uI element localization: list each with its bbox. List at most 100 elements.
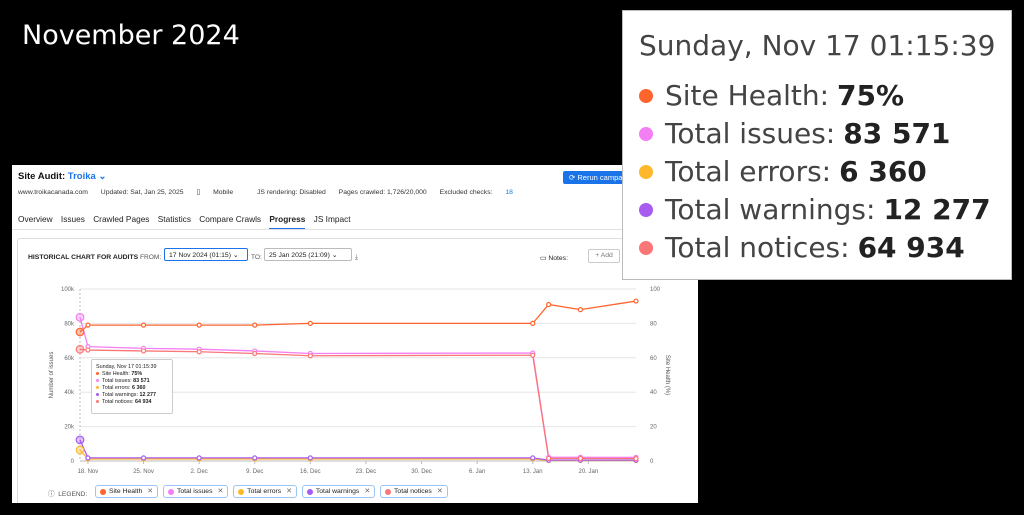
zoom-date: Sunday, Nov 17 01:15:39	[639, 29, 996, 62]
total-errors-point	[75, 445, 85, 455]
x-tick-label: 13. Jan	[523, 469, 543, 475]
total-warnings-point	[196, 455, 202, 461]
y2-tick-label: 60	[650, 356, 657, 362]
slide-title: November 2024	[22, 20, 240, 51]
tooltip-date: Sunday, Nov 17 01:15:39	[96, 363, 157, 370]
total-notices-point	[546, 455, 552, 462]
legend-chip-total-errors[interactable]: Total errors ✕	[233, 485, 297, 498]
y-tick-label: 0	[71, 459, 75, 465]
y2-tick-label: 80	[650, 321, 657, 327]
pages-crawled: Pages crawled: 1,726/20,000	[338, 189, 427, 196]
tab-progress[interactable]: Progress	[269, 214, 306, 230]
domain-link[interactable]: www.troikacanada.com	[18, 189, 88, 196]
tab-overview[interactable]: Overview	[18, 214, 53, 224]
total-warnings-point	[75, 435, 85, 445]
close-icon[interactable]: ✕	[217, 487, 223, 496]
zoom-row-total-errors: Total errors: 6 360	[639, 155, 927, 188]
x-tick-label: 30. Dec	[411, 469, 432, 475]
total-notices-point	[85, 347, 91, 353]
site-health-point	[307, 320, 313, 327]
refresh-icon: ⟳	[569, 173, 576, 182]
legend-chip-site-health[interactable]: Site Health ✕	[95, 485, 158, 498]
legend-chip-total-notices[interactable]: Total notices ✕	[380, 485, 448, 498]
total-warnings-point	[140, 455, 147, 461]
close-icon[interactable]: ✕	[147, 487, 153, 496]
tab-crawled-pages[interactable]: Crawled Pages	[93, 214, 149, 224]
y-tick-label: 20k	[64, 425, 75, 431]
close-icon[interactable]: ✕	[364, 487, 370, 496]
updated-date: Updated: Sat, Jan 25, 2025	[100, 189, 184, 196]
excluded-checks-count[interactable]: 18	[505, 189, 513, 196]
device-label: Mobile	[213, 189, 234, 196]
audit-meta: www.troikacanada.com Updated: Sat, Jan 2…	[18, 188, 535, 196]
tab-divider	[12, 229, 698, 230]
site-health-dot	[96, 372, 99, 375]
y-axis-label: Number of issues	[49, 352, 55, 399]
total-warnings-point	[252, 455, 258, 461]
total-warnings-point	[307, 455, 313, 461]
y2-tick-label: 40	[650, 390, 657, 396]
tab-issues[interactable]: Issues	[61, 214, 85, 224]
x-tick-label: 6. Jan	[469, 469, 485, 475]
site-audit-header: Site Audit: Troika ⌄	[18, 171, 106, 182]
x-tick-label: 20. Jan	[578, 469, 598, 475]
x-tick-label: 23. Dec	[356, 469, 377, 475]
total-notices-point	[140, 348, 147, 354]
legend-chip-total-warnings[interactable]: Total warnings ✕	[301, 485, 376, 498]
zoom-row-total-issues: Total issues: 83 571	[639, 117, 950, 150]
tooltip-row: Total issues: 83 571	[96, 377, 168, 384]
site-audit-panel: Site Audit: Troika ⌄ ⟳ Rerun campai www.…	[12, 165, 698, 503]
total-notices-point	[196, 349, 202, 355]
mobile-icon: ▯	[196, 189, 201, 196]
x-tick-label: 2. Dec	[190, 469, 207, 475]
total-notices-point	[307, 353, 313, 359]
total-warnings-point	[530, 455, 536, 461]
legend-chip-total-issues[interactable]: Total issues ✕	[162, 485, 229, 498]
project-selector[interactable]: Troika ⌄	[68, 171, 107, 182]
excluded-checks-label: Excluded checks:	[439, 189, 493, 196]
zoom-row-total-warnings: Total warnings: 12 277	[639, 193, 991, 226]
site-health-point	[85, 322, 91, 328]
close-icon[interactable]: ✕	[286, 487, 292, 496]
js-rendering: JS rendering: Disabled	[257, 189, 326, 196]
site-health-line	[79, 300, 637, 333]
total-warnings-dot	[96, 393, 99, 396]
total-notices-point	[252, 350, 258, 357]
tooltip-row: Total errors: 6 360	[96, 384, 168, 391]
total-notices-point	[530, 352, 536, 358]
zoomed-tooltip: Sunday, Nov 17 01:15:39 Site Health: 75% …	[622, 10, 1012, 280]
total-notices-dot	[96, 400, 99, 403]
tab-statistics[interactable]: Statistics	[158, 214, 191, 224]
site-health-point	[140, 322, 147, 328]
chevron-down-icon: ⌄	[98, 171, 107, 182]
y2-tick-label: 20	[650, 425, 657, 431]
help-icon[interactable]: ⓘ	[48, 491, 55, 498]
site-audit-label: Site Audit:	[18, 171, 66, 182]
y-tick-label: 40k	[64, 390, 75, 396]
tab-js-impact[interactable]: JS Impact	[314, 214, 351, 224]
total-issues-point	[75, 312, 85, 322]
total-warnings-point	[85, 455, 91, 461]
x-tick-label: 18. Nov	[78, 469, 99, 475]
legend-label: ⓘ LEGEND:	[48, 491, 88, 498]
tooltip-row: Total warnings: 12 277	[96, 391, 168, 398]
total-notices-point	[577, 455, 584, 462]
site-health-point	[196, 322, 202, 328]
close-icon[interactable]: ✕	[437, 487, 443, 496]
tab-bar: Overview Issues Crawled Pages Statistics…	[18, 214, 357, 230]
total-notices-point	[633, 455, 639, 462]
chart-tooltip: Sunday, Nov 17 01:15:39 Site Health: 75%…	[91, 359, 173, 414]
y-tick-label: 100k	[61, 287, 75, 293]
y-tick-label: 80k	[64, 321, 75, 327]
tooltip-row: Site Health: 75%	[96, 370, 168, 377]
site-health-point	[252, 322, 258, 328]
historical-chart-card: HISTORICAL CHART FOR AUDITS FROM: 17 Nov…	[17, 238, 698, 503]
zoom-row-site-health: Site Health: 75%	[639, 79, 904, 112]
tab-compare-crawls[interactable]: Compare Crawls	[199, 214, 261, 224]
total-errors-dot	[96, 386, 99, 389]
site-health-point	[577, 307, 584, 313]
tooltip-row: Total notices: 64 934	[96, 398, 168, 405]
y2-tick-label: 100	[650, 287, 661, 293]
x-tick-label: 9. Dec	[246, 469, 263, 475]
total-issues-dot	[96, 379, 99, 382]
